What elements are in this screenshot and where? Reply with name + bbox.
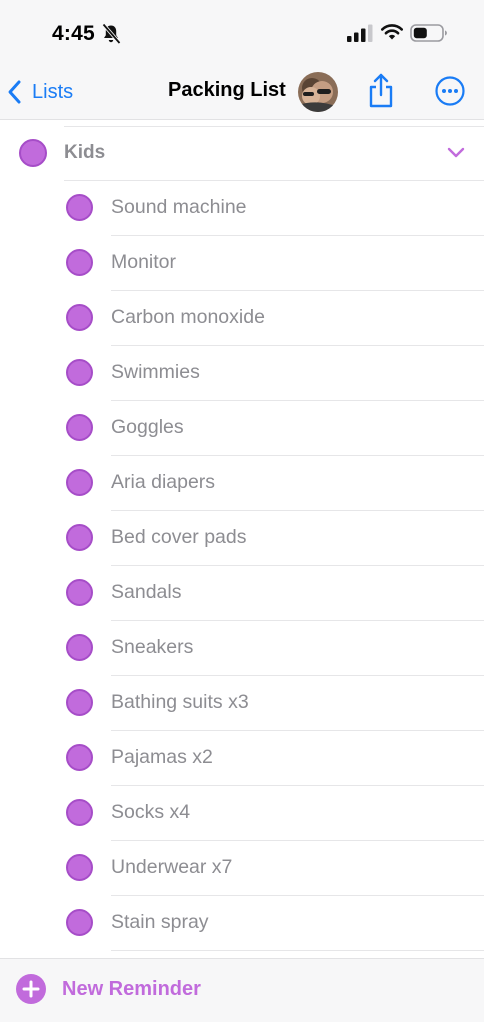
completion-circle-icon[interactable] [66, 414, 93, 441]
section-circle-icon[interactable] [19, 139, 47, 167]
reminder-list: Sound machine Monitor Carbon monoxide Swimm… [0, 181, 484, 951]
bell-slash-icon [102, 23, 121, 45]
page-title: Packing List [168, 79, 286, 101]
avatar-photo [298, 72, 338, 112]
reminder-title[interactable]: Carbon monoxide [111, 306, 265, 329]
status-time: 4:45 [52, 22, 95, 45]
ellipsis-circle-icon[interactable] [434, 75, 466, 107]
reminder-row[interactable]: Bed cover pads [0, 511, 484, 566]
back-label: Lists [32, 80, 74, 103]
avatar[interactable] [298, 72, 338, 112]
reminder-title[interactable]: Underwear x7 [111, 856, 232, 879]
section-title: Kids [64, 142, 106, 163]
completion-circle-icon[interactable] [66, 799, 93, 826]
reminder-row[interactable]: Sound machine [0, 181, 484, 236]
reminder-title[interactable]: Monitor [111, 251, 176, 274]
completion-circle-icon[interactable] [66, 304, 93, 331]
reminder-row[interactable]: Bathing suits x3 [0, 676, 484, 731]
completion-circle-icon[interactable] [66, 579, 93, 606]
reminder-title[interactable]: Goggles [111, 416, 184, 439]
section-header-kids[interactable]: Kids [0, 128, 484, 181]
share-icon[interactable] [365, 73, 397, 109]
reminder-row[interactable]: Stain spray [0, 896, 484, 951]
reminder-row[interactable]: Carbon monoxide [0, 291, 484, 346]
reminder-title[interactable]: Aria diapers [111, 471, 215, 494]
completion-circle-icon[interactable] [66, 469, 93, 496]
battery-icon [410, 24, 447, 42]
reminder-row[interactable]: Goggles [0, 401, 484, 456]
reminder-title[interactable]: Sandals [111, 581, 181, 604]
wifi-icon [381, 24, 403, 40]
reminder-row[interactable]: Pajamas x2 [0, 731, 484, 786]
reminder-row[interactable]: Underwear x7 [0, 841, 484, 896]
reminder-row[interactable]: Aria diapers [0, 456, 484, 511]
reminder-title[interactable]: Sound machine [111, 196, 247, 219]
completion-circle-icon[interactable] [66, 359, 93, 386]
reminders-list-content[interactable]: Kids Sound machine Monitor Carbon monoxide… [0, 120, 484, 958]
completion-circle-icon[interactable] [66, 249, 93, 276]
completion-circle-icon[interactable] [66, 524, 93, 551]
signal-icon [347, 24, 373, 42]
reminder-row[interactable]: Swimmies [0, 346, 484, 401]
new-reminder-button[interactable]: New Reminder [16, 973, 201, 1005]
plus-circle-icon [16, 974, 46, 1004]
completion-circle-icon[interactable] [66, 854, 93, 881]
reminder-row[interactable]: Socks x4 [0, 786, 484, 841]
divider [111, 950, 484, 951]
bottom-toolbar: New Reminder [0, 958, 484, 1022]
reminder-title[interactable]: Sneakers [111, 636, 193, 659]
reminder-title[interactable]: Socks x4 [111, 801, 190, 824]
new-reminder-label: New Reminder [62, 977, 201, 1000]
completion-circle-icon[interactable] [66, 744, 93, 771]
chevron-down-icon[interactable] [446, 145, 466, 159]
chevron-left-icon [8, 80, 21, 104]
navigation-bar: Lists Packing List [0, 64, 484, 120]
reminder-row[interactable]: Monitor [0, 236, 484, 291]
reminder-title[interactable]: Pajamas x2 [111, 746, 213, 769]
completion-circle-icon[interactable] [66, 689, 93, 716]
reminder-title[interactable]: Bathing suits x3 [111, 691, 249, 714]
status-bar: 4:45 [0, 0, 484, 64]
reminder-row[interactable]: Sneakers [0, 621, 484, 676]
completion-circle-icon[interactable] [66, 909, 93, 936]
completion-circle-icon[interactable] [66, 634, 93, 661]
divider [64, 126, 484, 127]
reminder-row[interactable]: Sandals [0, 566, 484, 621]
reminder-title[interactable]: Stain spray [111, 911, 209, 934]
completion-circle-icon[interactable] [66, 194, 93, 221]
reminder-title[interactable]: Swimmies [111, 361, 200, 384]
back-button[interactable]: Lists [6, 76, 73, 108]
reminder-title[interactable]: Bed cover pads [111, 526, 247, 549]
